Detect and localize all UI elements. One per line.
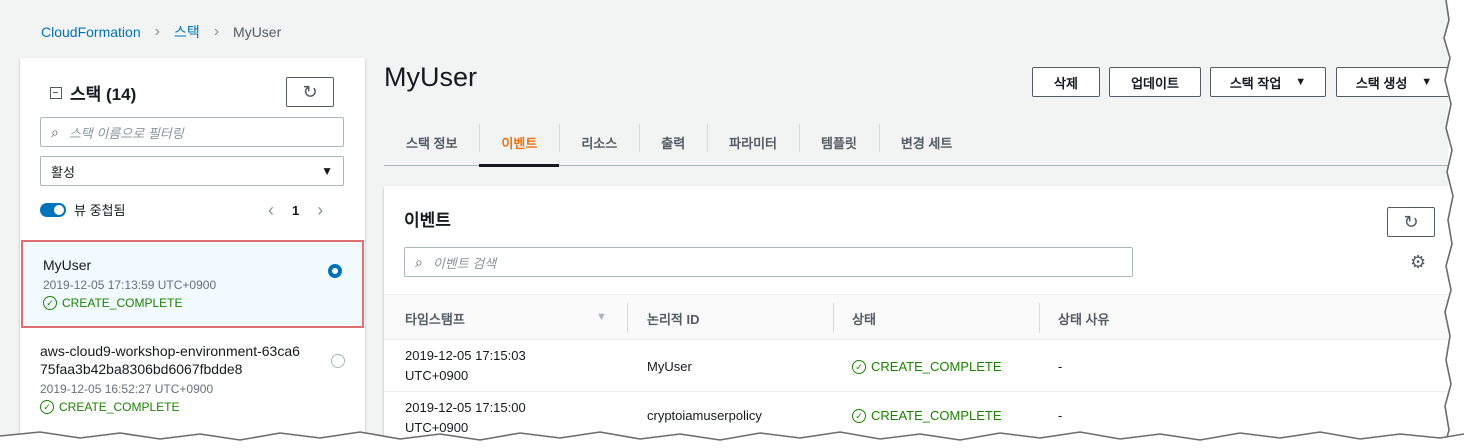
stack-list-item[interactable]: aws-cloud9-workshop-environment-63ca6 75… bbox=[20, 342, 365, 432]
caret-down-icon: ▼ bbox=[1295, 76, 1307, 88]
events-panel: 이벤트 ↻ ⌕ 이벤트 검색 ⚙ 타임스탬프 ▼ 논리적 ID 상태 상태 사유… bbox=[384, 186, 1448, 436]
stack-status: ✓ CREATE_COMPLETE bbox=[40, 400, 345, 414]
refresh-stacks-button[interactable]: ↻ bbox=[286, 77, 334, 107]
update-button[interactable]: 업데이트 bbox=[1109, 67, 1201, 97]
page-title: MyUser bbox=[384, 62, 477, 92]
event-status-text: CREATE_COMPLETE bbox=[871, 359, 1002, 374]
search-icon: ⌕ bbox=[415, 253, 423, 270]
column-divider bbox=[627, 303, 628, 333]
tab-stack-info[interactable]: 스택 정보 bbox=[384, 120, 479, 166]
table-row: 2019-12-05 17:15:03 UTC+0900 MyUser ✓ CR… bbox=[384, 340, 1448, 392]
chevron-right-icon: › bbox=[154, 23, 160, 40]
stack-actions-label: 스택 작업 bbox=[1229, 75, 1282, 91]
event-status: ✓ CREATE_COMPLETE bbox=[852, 406, 1002, 426]
check-circle-icon: ✓ bbox=[852, 360, 866, 374]
breadcrumb-current: MyUser bbox=[233, 24, 282, 40]
cloudformation-page: CloudFormation › 스택 › MyUser 스택 (14) ↻ ⌕… bbox=[0, 0, 1448, 436]
stack-list-item[interactable]: MyUser 2019-12-05 17:13:59 UTC+0900 ✓ CR… bbox=[21, 240, 364, 328]
tab-resources[interactable]: 리소스 bbox=[559, 120, 639, 166]
stack-pagination: ‹ 1 › bbox=[268, 200, 323, 221]
delete-button[interactable]: 삭제 bbox=[1032, 67, 1100, 97]
check-circle-icon: ✓ bbox=[40, 400, 54, 414]
check-circle-icon: ✓ bbox=[43, 296, 57, 310]
event-status: ✓ CREATE_COMPLETE bbox=[852, 357, 1002, 377]
sort-caret-icon[interactable]: ▼ bbox=[596, 311, 607, 323]
event-search-input[interactable]: ⌕ 이벤트 검색 bbox=[404, 247, 1133, 277]
breadcrumb-cloudformation[interactable]: CloudFormation bbox=[41, 24, 141, 40]
event-timestamp-tz: UTC+0900 bbox=[405, 368, 469, 383]
event-timestamp-date: 2019-12-05 17:15:00 bbox=[405, 400, 526, 415]
column-status[interactable]: 상태 bbox=[852, 295, 876, 341]
torn-edge-right bbox=[1440, 0, 1464, 448]
chevron-right-icon[interactable]: › bbox=[317, 200, 323, 221]
torn-edge-bottom bbox=[0, 431, 1464, 448]
update-button-label: 업데이트 bbox=[1131, 75, 1179, 91]
caret-down-icon: ▼ bbox=[321, 164, 333, 178]
column-divider bbox=[1039, 303, 1040, 333]
event-status-reason: - bbox=[1058, 408, 1063, 423]
chevron-left-icon[interactable]: ‹ bbox=[268, 200, 274, 221]
tab-events[interactable]: 이벤트 bbox=[479, 120, 560, 167]
event-status-text: CREATE_COMPLETE bbox=[871, 408, 1002, 423]
stack-actions-button[interactable]: 스택 작업 ▼ bbox=[1210, 67, 1326, 97]
stacks-panel-title: 스택 (14) bbox=[70, 85, 137, 104]
stack-name-line2[interactable]: 75faa3b42ba8306bd6067fbdde8 bbox=[40, 360, 345, 378]
stack-filter-input[interactable]: ⌕ 스택 이름으로 필터링 bbox=[40, 117, 344, 147]
refresh-icon: ↻ bbox=[302, 81, 318, 102]
column-divider bbox=[833, 303, 834, 333]
stack-name[interactable]: MyUser bbox=[43, 256, 342, 274]
stack-name-line1[interactable]: aws-cloud9-workshop-environment-63ca6 bbox=[40, 342, 345, 360]
gear-icon[interactable]: ⚙ bbox=[1410, 252, 1426, 273]
event-logical-id: cryptoiamuserpolicy bbox=[647, 408, 762, 423]
stack-created-time: 2019-12-05 16:52:27 UTC+0900 bbox=[40, 382, 214, 396]
collapse-icon[interactable] bbox=[50, 86, 62, 99]
tab-parameters[interactable]: 파라미터 bbox=[707, 120, 799, 166]
nested-view-toggle[interactable] bbox=[40, 202, 66, 217]
events-table-header: 타임스탬프 ▼ 논리적 ID 상태 상태 사유 bbox=[384, 294, 1448, 340]
search-icon: ⌕ bbox=[51, 123, 59, 140]
caret-down-icon: ▼ bbox=[1421, 76, 1433, 88]
stack-status-select[interactable]: 활성 ▼ bbox=[40, 156, 344, 186]
column-logical-id[interactable]: 논리적 ID bbox=[647, 295, 700, 341]
stacks-panel-header: 스택 (14) bbox=[50, 80, 136, 105]
events-title: 이벤트 bbox=[404, 211, 451, 230]
nested-view-label: 뷰 중첩됨 bbox=[74, 203, 126, 218]
stack-status-text: CREATE_COMPLETE bbox=[62, 296, 183, 310]
refresh-icon: ↻ bbox=[1403, 211, 1419, 232]
stack-created-time: 2019-12-05 17:13:59 UTC+0900 bbox=[43, 278, 217, 292]
event-search-placeholder: 이벤트 검색 bbox=[432, 255, 497, 271]
stack-filter-placeholder: 스택 이름으로 필터링 bbox=[68, 125, 184, 141]
stack-status-value: 활성 bbox=[51, 164, 75, 180]
event-timestamp-date: 2019-12-05 17:15:03 bbox=[405, 348, 526, 363]
create-stack-button[interactable]: 스택 생성 ▼ bbox=[1336, 67, 1448, 97]
check-circle-icon: ✓ bbox=[852, 409, 866, 423]
column-status-reason[interactable]: 상태 사유 bbox=[1058, 295, 1109, 341]
delete-button-label: 삭제 bbox=[1054, 75, 1078, 91]
stack-select-radio[interactable] bbox=[328, 264, 342, 278]
breadcrumb-stacks[interactable]: 스택 bbox=[174, 22, 200, 42]
event-timestamp: 2019-12-05 17:15:03 UTC+0900 bbox=[405, 346, 526, 386]
event-logical-id: MyUser bbox=[647, 359, 692, 374]
refresh-events-button[interactable]: ↻ bbox=[1387, 207, 1435, 237]
tab-template[interactable]: 템플릿 bbox=[799, 120, 879, 166]
event-status-reason: - bbox=[1058, 359, 1063, 374]
chevron-right-icon: › bbox=[213, 23, 220, 40]
nested-view-toggle-row: 뷰 중첩됨 bbox=[40, 200, 125, 219]
tab-change-sets[interactable]: 변경 세트 bbox=[878, 120, 974, 166]
stack-detail-tabs: 스택 정보 이벤트 리소스 출력 파라미터 템플릿 변경 세트 bbox=[384, 120, 1448, 167]
breadcrumb: CloudFormation › 스택 › MyUser bbox=[41, 22, 281, 42]
create-stack-label: 스택 생성 bbox=[1355, 75, 1408, 91]
tab-outputs[interactable]: 출력 bbox=[639, 120, 707, 166]
stack-status-text: CREATE_COMPLETE bbox=[59, 400, 180, 414]
stack-status: ✓ CREATE_COMPLETE bbox=[43, 296, 342, 310]
column-timestamp[interactable]: 타임스탬프 bbox=[405, 295, 465, 341]
stack-select-radio[interactable] bbox=[331, 354, 345, 368]
stacks-panel: 스택 (14) ↻ ⌕ 스택 이름으로 필터링 활성 ▼ 뷰 중첩됨 ‹ 1 ›… bbox=[20, 58, 365, 436]
page-number[interactable]: 1 bbox=[292, 203, 299, 218]
